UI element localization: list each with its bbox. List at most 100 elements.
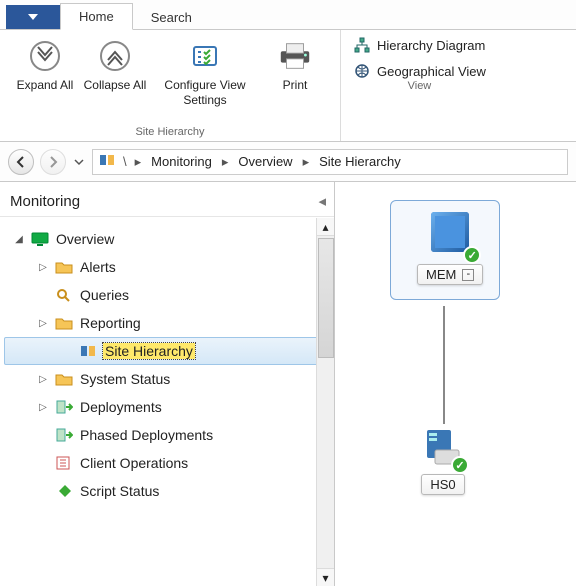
tree-item-label: Client Operations (78, 455, 188, 471)
breadcrumb-overview[interactable]: Overview (234, 152, 296, 171)
navigation-tree: ◢Overview▷Alerts▷Queries▷Reporting▷Site … (0, 217, 334, 513)
tree-item-label: Queries (78, 287, 129, 303)
tree-item-label: Script Status (78, 483, 159, 499)
deploy-icon (54, 397, 74, 417)
chevron-down-icon (74, 157, 84, 167)
geographical-view-button[interactable]: Geographical View (353, 62, 486, 80)
chevron-right-icon: ▸ (133, 154, 144, 170)
script-icon (54, 481, 74, 501)
node-collapse-toggle[interactable]: - (462, 269, 474, 281)
navigation-header: Monitoring ◂ (0, 182, 334, 217)
tree-item[interactable]: ▷ Alerts (4, 253, 334, 281)
tree-item[interactable]: ▷ System Status (4, 365, 334, 393)
tree-item-label: System Status (78, 371, 170, 387)
configure-view-icon (187, 38, 223, 74)
chevron-right-icon: ▸ (220, 154, 231, 170)
arrow-left-icon (15, 156, 27, 168)
diagram-node-mem[interactable]: ✓ MEM - (417, 206, 483, 285)
tree-item[interactable]: ▷ Deployments (4, 393, 334, 421)
nav-history-dropdown[interactable] (72, 157, 86, 167)
app-menu-button[interactable] (6, 5, 60, 29)
configure-view-label: Configure View Settings (152, 78, 258, 108)
tree-item-label: Site Hierarchy (103, 343, 195, 359)
tree-item-label: Reporting (78, 315, 141, 331)
expander-closed-icon[interactable]: ▷ (36, 260, 50, 274)
tree-item-label: Alerts (78, 259, 116, 275)
chevron-down-icon (28, 12, 38, 22)
site-icon (79, 341, 99, 361)
node-label: MEM - (417, 264, 483, 285)
navigation-title: Monitoring (10, 193, 80, 210)
breadcrumb-monitoring[interactable]: Monitoring (147, 152, 216, 171)
scrollbar[interactable]: ▴ ▾ (316, 218, 334, 586)
server-icon: ✓ (423, 206, 477, 260)
expander-open-icon[interactable]: ◢ (12, 232, 26, 246)
tree-item[interactable]: ▷Queries (4, 281, 334, 309)
node-label-text: MEM (426, 267, 456, 282)
expand-all-button[interactable]: Expand All (10, 36, 80, 95)
status-ok-icon: ✓ (451, 456, 469, 474)
main-area: ⟩⟩ Monitoring ◂ ◢Overview▷Alerts▷Queries… (0, 182, 576, 586)
expander-closed-icon[interactable]: ▷ (36, 372, 50, 386)
server-icon: ✓ (421, 426, 465, 470)
site-icon (99, 152, 117, 171)
collapse-pane-icon[interactable]: ◂ (318, 192, 326, 210)
folder-icon (54, 313, 74, 333)
collapse-all-icon (97, 38, 133, 74)
folder-icon (54, 257, 74, 277)
tab-search[interactable]: Search (133, 5, 210, 30)
tree-item[interactable]: ▷ Reporting (4, 309, 334, 337)
expand-all-label: Expand All (17, 78, 74, 93)
ribbon: Expand All Collapse All Configure View S… (0, 30, 576, 142)
breadcrumb[interactable]: \ ▸ Monitoring ▸ Overview ▸ Site Hierarc… (92, 149, 568, 175)
scroll-thumb[interactable] (318, 238, 334, 358)
hierarchy-diagram-button[interactable]: Hierarchy Diagram (353, 36, 486, 54)
tree-item[interactable]: ▷Site Hierarchy (4, 337, 334, 365)
expander-closed-icon[interactable]: ▷ (36, 316, 50, 330)
breadcrumb-site-hierarchy[interactable]: Site Hierarchy (315, 152, 405, 171)
hierarchy-diagram-icon (353, 36, 371, 54)
ribbon-group-view: Hierarchy Diagram Geographical View View (341, 30, 498, 141)
print-button[interactable]: Print (260, 36, 330, 95)
tree-item-label: Phased Deployments (78, 427, 213, 443)
scroll-up-button[interactable]: ▴ (317, 218, 334, 236)
search-icon (54, 285, 74, 305)
ribbon-group-label-view: View (408, 80, 432, 95)
diagram-node-hs0[interactable]: ✓ HS0 (421, 426, 465, 495)
nav-back-button[interactable] (8, 149, 34, 175)
nav-forward-button[interactable] (40, 149, 66, 175)
arrow-right-icon (47, 156, 59, 168)
collapse-all-button[interactable]: Collapse All (80, 36, 150, 95)
printer-icon (277, 38, 313, 74)
clientop-icon (54, 453, 74, 473)
chevron-right-icon: ▸ (301, 154, 312, 170)
collapse-all-label: Collapse All (84, 78, 147, 93)
tab-strip: Home Search (0, 0, 576, 30)
globe-icon (353, 62, 371, 80)
tree-item-label: Overview (54, 231, 114, 247)
ribbon-group-label-hierarchy: Site Hierarchy (135, 126, 204, 141)
diagram-edge (443, 306, 445, 424)
node-label-text: HS0 (430, 477, 455, 492)
expander-closed-icon[interactable]: ▷ (36, 400, 50, 414)
scroll-down-button[interactable]: ▾ (317, 568, 334, 586)
tree-item[interactable]: ◢ Overview (4, 225, 334, 253)
tree-item[interactable]: ▷Script Status (4, 477, 334, 505)
expand-all-icon (27, 38, 63, 74)
navigation-pane: Monitoring ◂ ◢Overview▷Alerts▷Queries▷Re… (0, 182, 335, 586)
tree-item-label: Deployments (78, 399, 162, 415)
hierarchy-diagram-label: Hierarchy Diagram (377, 38, 485, 53)
breadcrumb-bar: \ ▸ Monitoring ▸ Overview ▸ Site Hierarc… (0, 142, 576, 182)
tree-item[interactable]: ▷Phased Deployments (4, 421, 334, 449)
geographical-view-label: Geographical View (377, 64, 486, 79)
node-label: HS0 (421, 474, 464, 495)
print-label: Print (283, 78, 308, 93)
tree-item[interactable]: ▷Client Operations (4, 449, 334, 477)
status-ok-icon: ✓ (463, 246, 481, 264)
tab-home[interactable]: Home (60, 3, 133, 30)
diagram-canvas[interactable]: ✓ MEM - ✓ HS0 (335, 182, 576, 586)
deploy-icon (54, 425, 74, 445)
folder-icon (54, 369, 74, 389)
configure-view-button[interactable]: Configure View Settings (150, 36, 260, 110)
breadcrumb-root-sep: \ (121, 154, 129, 169)
